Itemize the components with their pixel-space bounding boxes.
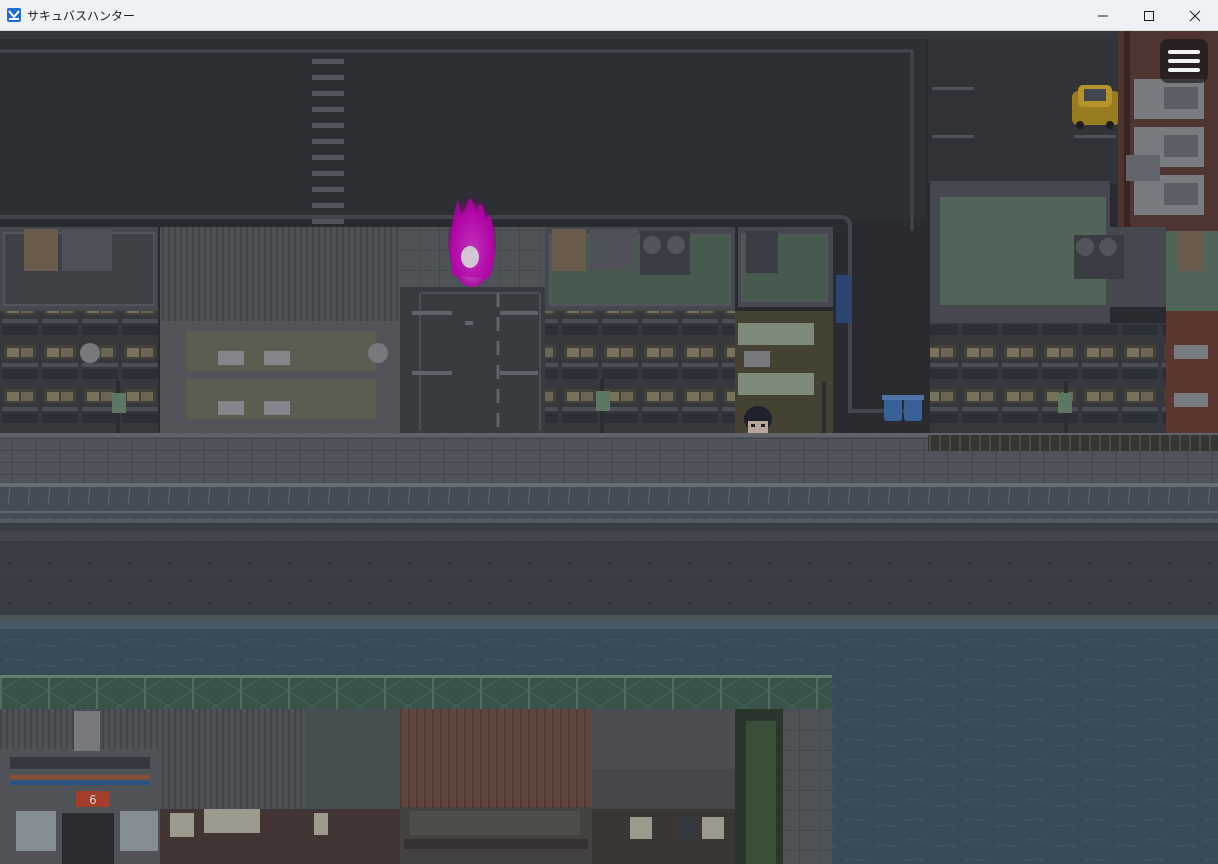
game-viewport[interactable]: 6	[0, 31, 1218, 864]
window-titlebar: サキュバスハンター	[0, 0, 1218, 31]
game-app-icon	[7, 8, 21, 22]
maximize-icon	[1144, 10, 1154, 21]
minimize-button[interactable]	[1080, 0, 1126, 31]
minimize-icon	[1098, 15, 1108, 16]
maximize-button[interactable]	[1126, 0, 1172, 31]
window-title: サキュバスハンター	[27, 9, 136, 23]
game-menu-button[interactable]	[1160, 39, 1208, 83]
game-map[interactable]: 6	[0, 31, 1218, 864]
hamburger-menu-icon	[1168, 50, 1200, 72]
close-icon	[1189, 10, 1201, 21]
close-button[interactable]	[1172, 0, 1218, 31]
